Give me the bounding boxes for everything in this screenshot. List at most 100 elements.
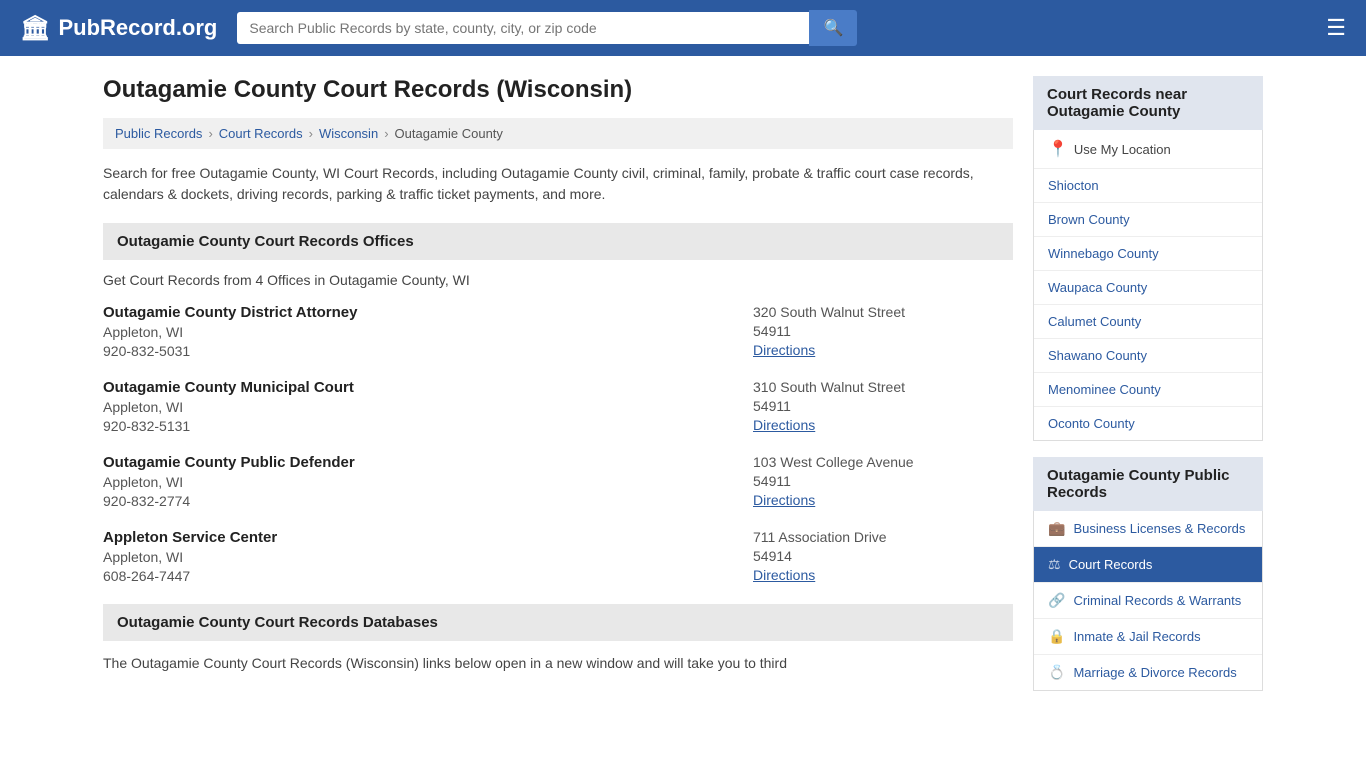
sidebar-record-item[interactable]: 💍 Marriage & Divorce Records	[1034, 655, 1262, 690]
office-right-0: 320 South Walnut Street 54911 Directions	[733, 304, 1013, 359]
nearby-link-5[interactable]: Shawano County	[1048, 348, 1147, 363]
record-icon-2: 🔗	[1048, 592, 1065, 609]
databases-description: The Outagamie County Court Records (Wisc…	[103, 653, 1013, 674]
record-link-1[interactable]: Court Records	[1069, 557, 1153, 572]
office-name-3: Appleton Service Center	[103, 529, 733, 546]
breadcrumb-sep-2: ›	[309, 126, 313, 141]
nearby-link-2[interactable]: Winnebago County	[1048, 246, 1159, 261]
breadcrumb-wisconsin[interactable]: Wisconsin	[319, 126, 378, 141]
record-link-0[interactable]: Business Licenses & Records	[1073, 521, 1245, 536]
search-button[interactable]: 🔍	[809, 10, 857, 46]
sidebar-records-list: 💼 Business Licenses & Records ⚖ Court Re…	[1033, 511, 1263, 691]
office-name-0: Outagamie County District Attorney	[103, 304, 733, 321]
sidebar-nearby-item[interactable]: Calumet County	[1034, 305, 1262, 339]
office-phone-2: 920-832-2774	[103, 493, 733, 509]
office-phone-3: 608-264-7447	[103, 568, 733, 584]
office-right-2: 103 West College Avenue 54911 Directions	[733, 454, 1013, 509]
main-content: Outagamie County Court Records (Wisconsi…	[103, 76, 1013, 691]
location-icon: 📍	[1048, 139, 1068, 159]
office-right-1: 310 South Walnut Street 54911 Directions	[733, 379, 1013, 434]
offices-section-header: Outagamie County Court Records Offices	[103, 223, 1013, 260]
office-city-2: Appleton, WI	[103, 474, 733, 490]
breadcrumb-court-records[interactable]: Court Records	[219, 126, 303, 141]
directions-link-1[interactable]: Directions	[753, 417, 815, 433]
breadcrumb-current: Outagamie County	[395, 126, 503, 141]
sidebar-record-item[interactable]: ⚖ Court Records	[1034, 547, 1262, 583]
sidebar-nearby-item[interactable]: Oconto County	[1034, 407, 1262, 440]
office-city-3: Appleton, WI	[103, 549, 733, 565]
sidebar-nearby-item[interactable]: Menominee County	[1034, 373, 1262, 407]
office-right-3: 711 Association Drive 54914 Directions	[733, 529, 1013, 584]
breadcrumb: Public Records › Court Records › Wiscons…	[103, 118, 1013, 149]
nearby-link-7[interactable]: Oconto County	[1048, 416, 1135, 431]
sidebar-record-item[interactable]: 🔗 Criminal Records & Warrants	[1034, 583, 1262, 619]
sidebar-nearby-item[interactable]: Brown County	[1034, 203, 1262, 237]
sidebar: Court Records near Outagamie County 📍 Us…	[1033, 76, 1263, 691]
nearby-link-1[interactable]: Brown County	[1048, 212, 1130, 227]
sidebar-nearby-list: 📍 Use My Location Shiocton Brown County Wi…	[1033, 130, 1263, 441]
office-entry: Outagamie County Municipal Court Appleto…	[103, 379, 1013, 434]
office-zip-2: 54911	[753, 473, 1013, 489]
office-address-2: 103 West College Avenue	[753, 454, 1013, 470]
nearby-link-3[interactable]: Waupaca County	[1048, 280, 1147, 295]
page-description: Search for free Outagamie County, WI Cou…	[103, 163, 1013, 205]
record-icon-3: 🔒	[1048, 628, 1065, 645]
directions-link-0[interactable]: Directions	[753, 342, 815, 358]
databases-section-header: Outagamie County Court Records Databases	[103, 604, 1013, 641]
office-phone-0: 920-832-5031	[103, 343, 733, 359]
breadcrumb-sep-3: ›	[384, 126, 388, 141]
office-left-0: Outagamie County District Attorney Apple…	[103, 304, 733, 359]
office-name-1: Outagamie County Municipal Court	[103, 379, 733, 396]
directions-link-2[interactable]: Directions	[753, 492, 815, 508]
office-entry: Outagamie County Public Defender Appleto…	[103, 454, 1013, 509]
nearby-items-container: Shiocton Brown County Winnebago County Waup…	[1034, 169, 1262, 440]
office-zip-3: 54914	[753, 548, 1013, 564]
sidebar-records-title: Outagamie County Public Records	[1033, 457, 1263, 511]
sidebar-record-item[interactable]: 💼 Business Licenses & Records	[1034, 511, 1262, 547]
office-left-1: Outagamie County Municipal Court Appleto…	[103, 379, 733, 434]
logo-text: PubRecord.org	[58, 15, 217, 41]
records-items-container: 💼 Business Licenses & Records ⚖ Court Re…	[1034, 511, 1262, 690]
office-city-0: Appleton, WI	[103, 324, 733, 340]
breadcrumb-public-records[interactable]: Public Records	[115, 126, 202, 141]
office-address-1: 310 South Walnut Street	[753, 379, 1013, 395]
office-entry: Outagamie County District Attorney Apple…	[103, 304, 1013, 359]
office-left-3: Appleton Service Center Appleton, WI 608…	[103, 529, 733, 584]
office-address-0: 320 South Walnut Street	[753, 304, 1013, 320]
sidebar-nearby-title: Court Records near Outagamie County	[1033, 76, 1263, 130]
sidebar-nearby-item[interactable]: Shawano County	[1034, 339, 1262, 373]
sidebar-nearby-item[interactable]: Shiocton	[1034, 169, 1262, 203]
logo[interactable]: 🏛 PubRecord.org	[20, 14, 217, 43]
record-icon-0: 💼	[1048, 520, 1065, 537]
use-location-label: Use My Location	[1074, 142, 1171, 157]
header: 🏛 PubRecord.org 🔍 ☰	[0, 0, 1366, 56]
search-icon: 🔍	[823, 20, 843, 37]
search-input[interactable]	[237, 12, 809, 44]
office-name-2: Outagamie County Public Defender	[103, 454, 733, 471]
nearby-link-0[interactable]: Shiocton	[1048, 178, 1099, 193]
office-entry: Appleton Service Center Appleton, WI 608…	[103, 529, 1013, 584]
record-icon-1: ⚖	[1048, 556, 1061, 573]
record-link-2[interactable]: Criminal Records & Warrants	[1073, 593, 1241, 608]
directions-link-3[interactable]: Directions	[753, 567, 815, 583]
record-link-3[interactable]: Inmate & Jail Records	[1073, 629, 1200, 644]
record-icon-4: 💍	[1048, 664, 1065, 681]
offices-container: Outagamie County District Attorney Apple…	[103, 304, 1013, 584]
sidebar-use-location[interactable]: 📍 Use My Location	[1034, 130, 1262, 169]
main-container: Outagamie County Court Records (Wisconsi…	[83, 56, 1283, 711]
office-city-1: Appleton, WI	[103, 399, 733, 415]
sidebar-nearby-item[interactable]: Waupaca County	[1034, 271, 1262, 305]
menu-icon[interactable]: ☰	[1326, 15, 1346, 41]
record-link-4[interactable]: Marriage & Divorce Records	[1073, 665, 1236, 680]
nearby-link-6[interactable]: Menominee County	[1048, 382, 1161, 397]
offices-description: Get Court Records from 4 Offices in Outa…	[103, 272, 1013, 288]
page-title: Outagamie County Court Records (Wisconsi…	[103, 76, 1013, 104]
logo-icon: 🏛	[20, 14, 50, 43]
breadcrumb-sep-1: ›	[208, 126, 212, 141]
office-zip-0: 54911	[753, 323, 1013, 339]
sidebar-record-item[interactable]: 🔒 Inmate & Jail Records	[1034, 619, 1262, 655]
office-left-2: Outagamie County Public Defender Appleto…	[103, 454, 733, 509]
sidebar-nearby-item[interactable]: Winnebago County	[1034, 237, 1262, 271]
nearby-link-4[interactable]: Calumet County	[1048, 314, 1141, 329]
office-address-3: 711 Association Drive	[753, 529, 1013, 545]
